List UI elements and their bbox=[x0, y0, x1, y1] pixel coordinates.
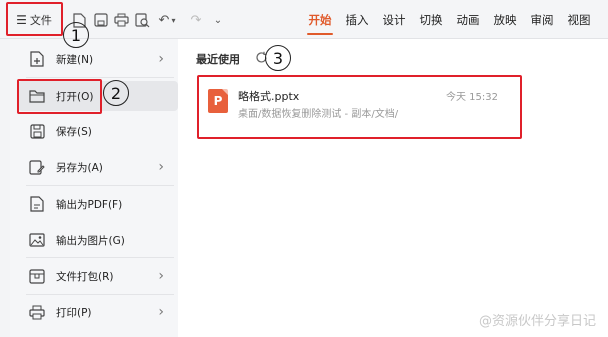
menu-item-save[interactable]: 保存(S) bbox=[18, 116, 178, 146]
pdf-icon bbox=[28, 195, 46, 213]
annotation-number-3: 3 bbox=[265, 45, 291, 71]
tab-view[interactable]: 视图 bbox=[564, 9, 594, 31]
menu-item-open[interactable]: 打开(O) bbox=[18, 81, 178, 111]
menu-divider bbox=[26, 77, 174, 78]
menu-item-export-pdf[interactable]: 输出为PDF(F) bbox=[18, 189, 178, 219]
chevron-right-icon: › bbox=[158, 159, 164, 175]
file-time: 今天 15:32 bbox=[446, 92, 498, 103]
menu-divider bbox=[26, 185, 174, 186]
print-quick-icon[interactable] bbox=[112, 9, 130, 31]
image-icon bbox=[28, 231, 46, 249]
file-menu-label: 文件 bbox=[29, 14, 52, 27]
new-icon bbox=[28, 50, 46, 68]
menu-divider bbox=[26, 294, 174, 295]
save-icon bbox=[28, 122, 46, 140]
toolbar-separator bbox=[62, 11, 63, 29]
recent-title: 最近使用 bbox=[196, 53, 240, 66]
save-as-icon bbox=[28, 158, 46, 176]
annotation-number-2: 2 bbox=[103, 80, 129, 106]
package-icon bbox=[28, 267, 46, 285]
undo-icon[interactable]: ↶ ▾ bbox=[156, 9, 178, 31]
tab-home[interactable]: 开始 bbox=[303, 9, 337, 35]
tab-insert[interactable]: 插入 bbox=[342, 9, 372, 31]
folder-icon bbox=[28, 87, 46, 105]
menu-item-new[interactable]: 新建(N) › bbox=[18, 44, 178, 74]
recent-file-item[interactable]: P 略格式.pptx 桌面/数据恢复删除测试 - 副本/文档/ 今天 15:32 bbox=[200, 81, 520, 133]
menu-lines-icon: ☰ bbox=[16, 13, 27, 27]
chevron-right-icon: › bbox=[158, 268, 164, 284]
tab-review[interactable]: 审阅 bbox=[527, 9, 557, 31]
annotation-number-1: 1 bbox=[63, 22, 89, 48]
pptx-file-icon: P bbox=[208, 89, 228, 113]
chevron-right-icon: › bbox=[158, 304, 164, 320]
print-preview-icon[interactable] bbox=[133, 9, 151, 31]
watermark: @资源伙伴分享日记 bbox=[478, 314, 596, 329]
chevron-right-icon: › bbox=[158, 51, 164, 67]
file-name: 略格式.pptx bbox=[238, 90, 300, 103]
tab-slideshow[interactable]: 放映 bbox=[490, 9, 520, 31]
toolbar: ☰ 文件 ↶ ▾ ↷ ⌄ 开始 插入 设计 切换 动画 放映 审阅 视图 bbox=[0, 0, 608, 39]
tab-transition[interactable]: 切换 bbox=[416, 9, 446, 31]
tab-animation[interactable]: 动画 bbox=[453, 9, 483, 31]
chevron-down-icon[interactable]: ⌄ bbox=[210, 9, 226, 31]
save-quick-icon[interactable] bbox=[92, 9, 110, 31]
menu-item-export-image[interactable]: 输出为图片(G) bbox=[18, 225, 178, 255]
menu-item-save-as[interactable]: 另存为(A) › bbox=[18, 152, 178, 182]
print-icon bbox=[28, 303, 46, 321]
tab-design[interactable]: 设计 bbox=[379, 9, 409, 31]
menu-item-print[interactable]: 打印(P) › bbox=[18, 297, 178, 327]
recent-files-panel: 最近使用 P 略格式.pptx 桌面/数据恢复删除测试 - 副本/文档/ 今天 … bbox=[178, 39, 608, 337]
file-menu-button[interactable]: ☰ 文件 bbox=[8, 9, 60, 31]
menu-item-package[interactable]: 文件打包(R) › bbox=[18, 261, 178, 291]
file-path: 桌面/数据恢复删除测试 - 副本/文档/ bbox=[238, 109, 399, 120]
redo-icon[interactable]: ↷ bbox=[187, 9, 205, 31]
file-menu-sidebar: 新建(N) › 打开(O) 保存(S) 另存为(A) › 输出为PDF(F) 输… bbox=[10, 39, 178, 337]
menu-divider bbox=[26, 257, 174, 258]
